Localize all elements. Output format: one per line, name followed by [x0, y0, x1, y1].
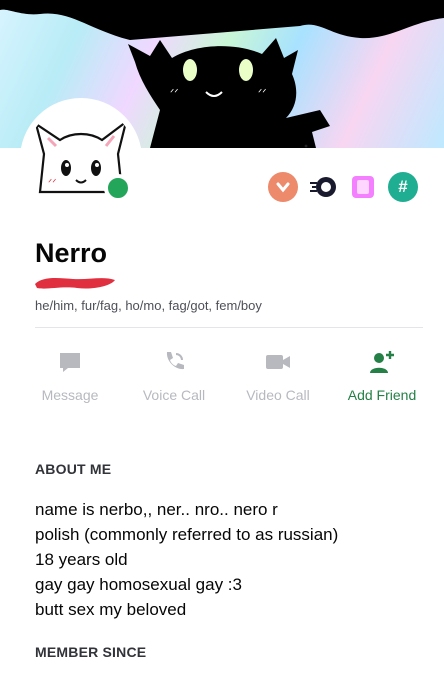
hypesquad-badge-icon[interactable]	[348, 172, 378, 202]
about-me-text: name is nerbo,, ner.. nro.. nero r polis…	[35, 497, 425, 622]
about-me-heading: ABOUT ME	[35, 461, 112, 477]
online-status-indicator	[104, 174, 132, 202]
avatar[interactable]: ᐟᐟ ᐟᐟ	[20, 98, 142, 220]
action-bar: Message Voice Call Video Call Add Friend	[20, 345, 432, 403]
video-camera-icon	[266, 355, 290, 369]
about-line: 18 years old	[35, 550, 128, 569]
username: Nerro	[35, 238, 108, 268]
member-since-heading: MEMBER SINCE	[35, 644, 147, 660]
about-line: gay gay homosexual gay :3	[35, 575, 242, 594]
svg-text:ᐟᐟ: ᐟᐟ	[258, 88, 266, 99]
voice-call-button[interactable]: Voice Call	[124, 345, 224, 403]
chevron-badge-icon[interactable]	[268, 172, 298, 202]
video-call-button[interactable]: Video Call	[228, 345, 328, 403]
redaction-scribble	[35, 278, 115, 289]
message-button[interactable]: Message	[20, 345, 120, 403]
about-line: polish (commonly referred to as russian)	[35, 525, 339, 544]
hashtag-badge-icon[interactable]: #	[388, 172, 418, 202]
divider	[35, 327, 423, 328]
video-call-label: Video Call	[246, 387, 310, 403]
add-friend-label: Add Friend	[347, 387, 417, 403]
svg-text:ᐟᐟ: ᐟᐟ	[48, 178, 56, 189]
voice-call-label: Voice Call	[142, 387, 206, 403]
phone-icon	[166, 352, 184, 370]
svg-text:ᐟᐟ: ᐟᐟ	[170, 88, 178, 99]
add-friend-button[interactable]: Add Friend	[332, 345, 432, 403]
about-line: butt sex my beloved	[35, 600, 187, 619]
message-icon	[60, 353, 80, 372]
badge-row: #	[268, 172, 418, 202]
message-label: Message	[41, 387, 99, 403]
add-friend-icon	[370, 351, 394, 373]
nitro-badge-icon[interactable]	[308, 172, 338, 202]
about-line: name is nerbo,, ner.. nro.. nero r	[35, 500, 278, 519]
pronouns: he/him, fur/fag, ho/mo, fag/got, fem/boy	[35, 298, 262, 313]
